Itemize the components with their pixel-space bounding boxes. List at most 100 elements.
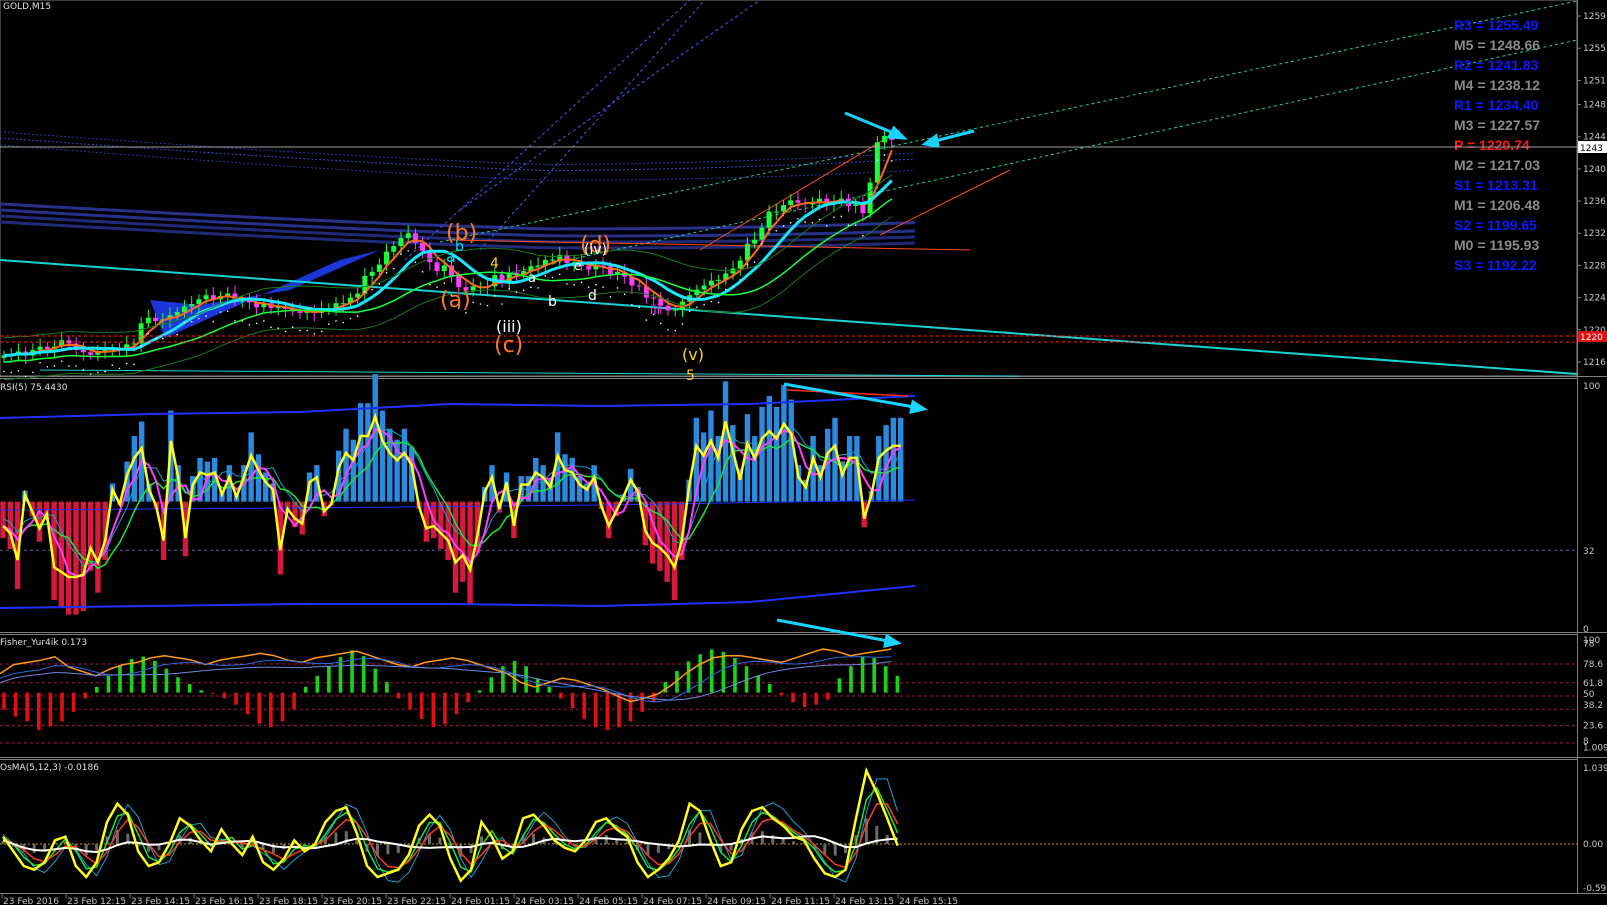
sar-dot [371,288,373,291]
pivot-level-label: M0 = 1195.93 [1454,237,1539,253]
candle-body [795,200,801,203]
sar-dot [883,154,886,156]
sar-dot [623,293,626,296]
sar-dot [717,301,720,304]
sar-dot [270,326,272,329]
candle-body [456,275,462,288]
candle-body [420,242,426,251]
fisher-histogram-bar [895,675,900,693]
envelope-band [0,144,916,181]
rsi-axis-label: 100 [1583,382,1600,392]
fisher-histogram-bar [292,692,296,710]
candle-body [145,317,151,324]
candle-body [384,251,390,265]
candle-body [853,204,859,206]
chart-canvas[interactable]: (b)(a)(c)(d)(iii)(v)(iv)ba 4ab deiii5 R3 =… [0,0,1607,905]
fisher-histogram-bar [791,692,795,703]
osma-histogram-bar [532,833,536,844]
fisher-histogram-bar [164,668,169,693]
fisher-histogram-bar [814,692,818,705]
sar-dot [97,371,99,374]
fisher-histogram-bar [211,692,215,694]
candle-body [636,285,642,287]
fisher-histogram-bar [837,678,842,693]
fisher-histogram-bar [408,692,412,710]
rsi-histogram-bar [365,403,371,502]
fisher-axis-label: 61.8 [1583,679,1603,689]
sar-dot [667,328,669,331]
sar-dot [696,306,698,309]
candle-body [766,211,772,228]
sar-dot [277,327,280,329]
sar-dot [263,320,265,322]
price-axis-label: 1236 [1583,197,1606,207]
channel-line-lower [39,369,1021,377]
fisher-axis-label: 78 [1583,639,1595,649]
fisher-histogram-bar [71,692,76,712]
sar-dot [688,310,691,313]
candle-body [174,312,180,316]
sar-dot [291,326,294,329]
sar-dot [573,283,576,286]
fisher-histogram-bar [187,684,192,693]
rsi-band-line [2,425,902,567]
fisher-histogram-bar [327,666,331,693]
fisher-histogram-bar [802,692,807,708]
mt4-chart-window: (b) (a) (c) (d) (iii) (v) (iv) b a 4 a b d e iii 5 R3 =… [0,0,1607,905]
fisher-histogram-bar [593,692,598,728]
wave-label: (iv) [584,242,607,258]
candle-body [874,142,880,183]
sar-dot [10,371,13,374]
fisher-histogram-bar [431,692,436,728]
sar-dot [616,287,619,289]
price-axis-label: 1228 [1583,261,1606,271]
sar-dot [522,289,525,292]
sar-dot [854,224,857,226]
time-axis-label: 24 Feb 07:15 [643,897,702,905]
time-axis-label: 23 Feb 2016 [3,897,59,905]
osma-histogram-bar [604,835,608,844]
fisher-histogram-bar [269,692,273,728]
candle-body [651,297,657,299]
fisher-histogram-bar [106,675,111,693]
fisher-histogram-bar [199,690,204,693]
sar-dot [508,287,511,290]
candle-body [398,238,404,247]
sar-dot [804,221,806,223]
rsi-histogram-bar [467,501,473,604]
wave-label: 4 [490,256,499,272]
sar-dot [761,242,763,245]
sar-dot [364,291,366,293]
time-axis-label: 23 Feb 18:15 [259,897,318,905]
fisher-histogram-bar [605,692,610,731]
pivot-level-label: M1 = 1206.48 [1454,197,1540,213]
pivot-level-label: P = 1220.74 [1454,137,1530,153]
fisher-histogram-bar [222,692,227,699]
candle-body [535,265,541,267]
sar-dot [710,300,713,303]
fisher-histogram-bar [698,654,702,693]
fisher-axis-label: 78.6 [1583,660,1603,670]
osma-histogram-bar [792,841,796,844]
candle-body [752,239,758,244]
pivot-level-label: S3 = 1192.22 [1454,257,1537,273]
sar-dot [154,337,157,340]
candle-body [788,200,794,206]
sar-dot [407,250,409,252]
sar-dot [638,306,640,309]
fisher-histogram-bar [48,692,53,727]
fisher-histogram-bar [849,666,853,693]
rsi-histogram-bar [540,465,546,502]
candle-body [781,205,787,212]
fisher-histogram-bar [570,692,575,708]
fisher-histogram-bar [13,692,18,717]
sar-dot [558,273,561,276]
sar-dot [436,286,438,288]
fisher-histogram-bar [466,692,470,703]
fisher-histogram-bar [825,692,830,700]
time-axis-label: 23 Feb 16:15 [195,897,254,905]
sar-dot [39,361,41,364]
fisher-axis-label: 38.2 [1583,701,1603,711]
rsi-axis-label: 32 [1583,547,1594,557]
sar-dot [775,230,778,232]
